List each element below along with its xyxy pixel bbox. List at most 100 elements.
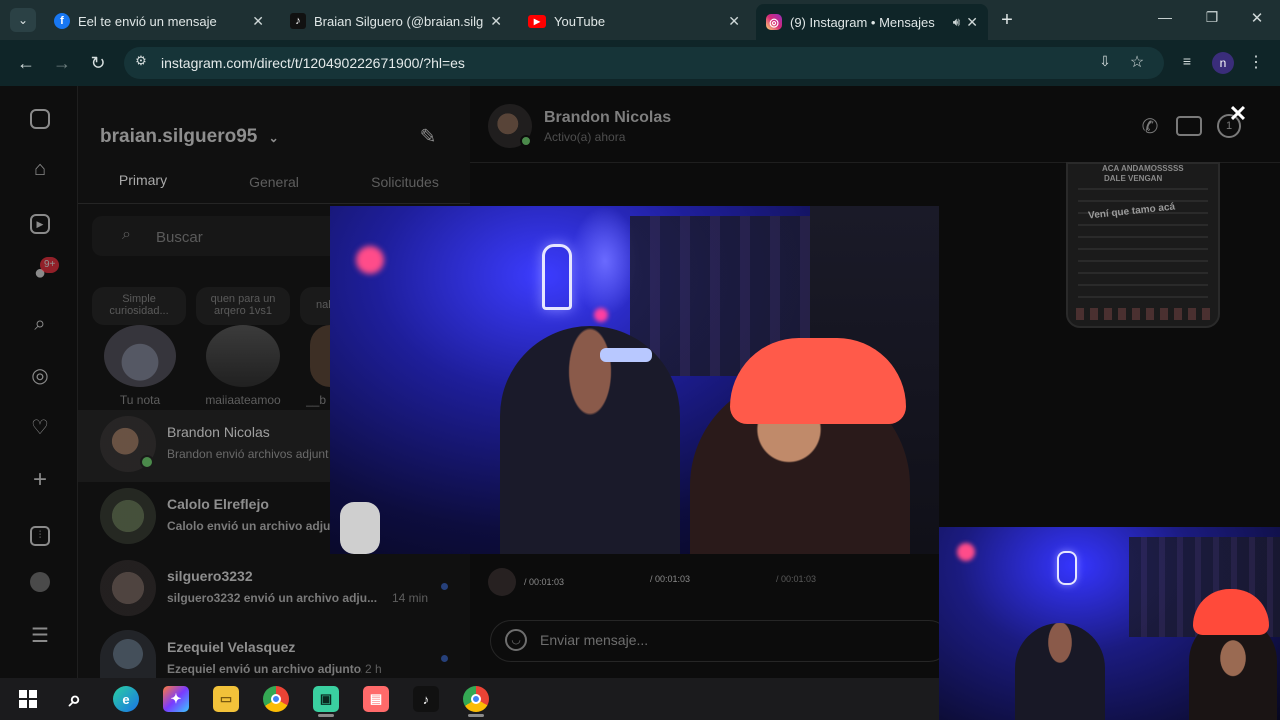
tab-primary[interactable]: Primary	[78, 172, 208, 204]
phone-call-icon[interactable]: ✆	[1138, 114, 1162, 138]
thread-name: Calolo Elreflejo	[167, 496, 269, 512]
message-input[interactable]: Enviar mensaje...	[540, 632, 648, 648]
note-bubble[interactable]: Simple curiosidad...	[92, 287, 186, 325]
install-app-icon[interactable]: ⇩	[1095, 53, 1115, 73]
screenshot-text: DALE VENGAN	[1104, 174, 1163, 183]
new-message-icon[interactable]: ✎	[416, 124, 440, 148]
capture-app-icon[interactable]: ▤	[363, 686, 389, 712]
tab-title: YouTube	[554, 13, 606, 29]
close-tab-icon[interactable]: ✕	[728, 13, 740, 30]
reels-icon[interactable]: ▶	[28, 209, 52, 234]
tab-title: (9) Instagram • Mensajes	[790, 14, 935, 30]
instagram-icon: ◎	[766, 14, 782, 30]
note-bubble[interactable]: quen para un arqero 1vs1	[196, 287, 290, 325]
media-time: / 00:01:03	[776, 574, 817, 584]
thread-name: Ezequiel Velasquez	[167, 639, 296, 655]
heart-icon[interactable]: ♡	[28, 416, 52, 440]
thread-preview: Brandon envió archivos adjunt	[167, 447, 329, 461]
active-app-indicator	[468, 714, 484, 717]
copilot-icon[interactable]: ✦	[163, 686, 189, 712]
tab-search-button[interactable]: ⌄	[10, 8, 36, 32]
neon-sign	[1057, 551, 1077, 585]
avatar	[100, 488, 156, 544]
thread-preview: Calolo envió un archivo adjun	[167, 519, 332, 533]
search-input[interactable]: Buscar	[156, 229, 203, 246]
chrome-profile-icon[interactable]	[463, 686, 489, 712]
bookmark-star-icon[interactable]: ☆	[1127, 52, 1147, 72]
close-tab-icon[interactable]: ✕	[490, 13, 502, 30]
streaming-app-icon[interactable]: ▣	[313, 686, 339, 712]
person-left	[500, 326, 680, 554]
shared-screenshot[interactable]: ACA ANDAMOSSSSS DALE VENGAN Vení que tam…	[1066, 162, 1220, 328]
tab-tiktok[interactable]: ♪ Braian Silguero (@braian.silgue ✕	[280, 6, 512, 36]
avatar	[488, 568, 516, 596]
search-icon[interactable]: ⌕	[28, 312, 52, 336]
chat-status: Activo(a) ahora	[544, 130, 626, 144]
avatar[interactable]	[310, 325, 330, 387]
dashboard-icon[interactable]: ⫶	[28, 520, 52, 546]
create-plus-icon[interactable]: +	[28, 468, 52, 492]
tab-instagram[interactable]: ◎ (9) Instagram • Mensajes 🔊︎ ✕	[756, 4, 988, 40]
youtube-icon: ▶	[528, 14, 546, 28]
search-icon: ⌕	[122, 226, 131, 243]
media-controls-icon[interactable]: ≡	[1177, 53, 1197, 73]
url-text[interactable]: instagram.com/direct/t/120490222671900/?…	[161, 55, 465, 71]
video-call-icon[interactable]	[1176, 116, 1202, 136]
notification-badge: 9+	[40, 257, 60, 273]
username-text: braian.silguero95	[100, 126, 258, 147]
minimize-icon[interactable]: —	[1156, 9, 1174, 27]
edge-icon[interactable]: e	[113, 686, 139, 712]
thread-preview: silguero3232 envió un archivo adju...	[167, 591, 377, 605]
search-icon[interactable]: ⌕	[62, 686, 88, 712]
browser-menu-icon[interactable]: ⋮	[1248, 52, 1264, 74]
active-dot	[140, 455, 154, 469]
profile-avatar[interactable]: n	[1212, 52, 1234, 74]
webcam-overlay	[939, 527, 1280, 720]
close-overlay-icon[interactable]: ✕	[1226, 102, 1250, 126]
tiktok-icon[interactable]: ♪	[413, 686, 439, 712]
active-app-indicator	[318, 714, 334, 717]
note-label: maiiaateamoo	[205, 393, 281, 407]
home-icon[interactable]: ⌂	[28, 157, 52, 181]
note-bubble[interactable]: nal	[300, 287, 330, 325]
windows-start-icon[interactable]	[15, 686, 41, 712]
unread-dot	[441, 655, 448, 662]
avatar	[100, 560, 156, 616]
chrome-icon[interactable]	[263, 686, 289, 712]
avatar[interactable]	[104, 325, 176, 387]
file-explorer-icon[interactable]: ▭	[213, 686, 239, 712]
screenshot-text: ACA ANDAMOSSSSS	[1102, 164, 1184, 173]
tab-title: Eel te envió un mensaje	[78, 13, 217, 29]
facebook-icon: f	[54, 13, 70, 29]
close-window-icon[interactable]: ✕	[1248, 9, 1266, 27]
account-username[interactable]: braian.silguero95 ⌄	[100, 126, 279, 148]
explore-compass-icon[interactable]: ◎	[28, 364, 52, 388]
reload-icon[interactable]: ↻	[87, 52, 109, 74]
tab-youtube[interactable]: ▶ YouTube ✕	[518, 6, 750, 36]
active-dot	[520, 135, 532, 147]
unread-dot	[441, 583, 448, 590]
back-icon[interactable]: ←	[15, 52, 37, 74]
thread-time: 2 h	[365, 662, 382, 676]
speaker-icon[interactable]: 🔊︎	[953, 15, 961, 30]
tabs-divider	[78, 203, 470, 204]
thread-preview: Ezequiel envió un archivo adjunto.	[167, 662, 362, 676]
emoji-icon[interactable]: ◡	[505, 629, 527, 651]
restore-icon[interactable]: ❐	[1203, 9, 1221, 27]
tab-facebook[interactable]: f Eel te envió un mensaje ✕	[44, 6, 274, 36]
tab-general[interactable]: General	[212, 174, 336, 190]
close-tab-icon[interactable]: ✕	[252, 13, 264, 30]
neon-sign	[542, 244, 572, 310]
new-tab-button[interactable]: +	[996, 9, 1018, 31]
chat-contact-name[interactable]: Brandon Nicolas	[544, 109, 671, 127]
instagram-logo-icon[interactable]	[28, 109, 52, 133]
more-menu-icon[interactable]: ☰	[28, 624, 52, 648]
media-time: / 00:01:03	[650, 574, 691, 584]
close-tab-icon[interactable]: ✕	[966, 14, 978, 31]
forward-icon[interactable]: →	[51, 52, 73, 74]
tab-requests[interactable]: Solicitudes	[340, 174, 470, 190]
avatar[interactable]	[206, 325, 280, 387]
avatar	[100, 630, 156, 678]
profile-icon[interactable]	[28, 572, 52, 596]
site-settings-icon[interactable]: ⚙	[132, 53, 150, 71]
